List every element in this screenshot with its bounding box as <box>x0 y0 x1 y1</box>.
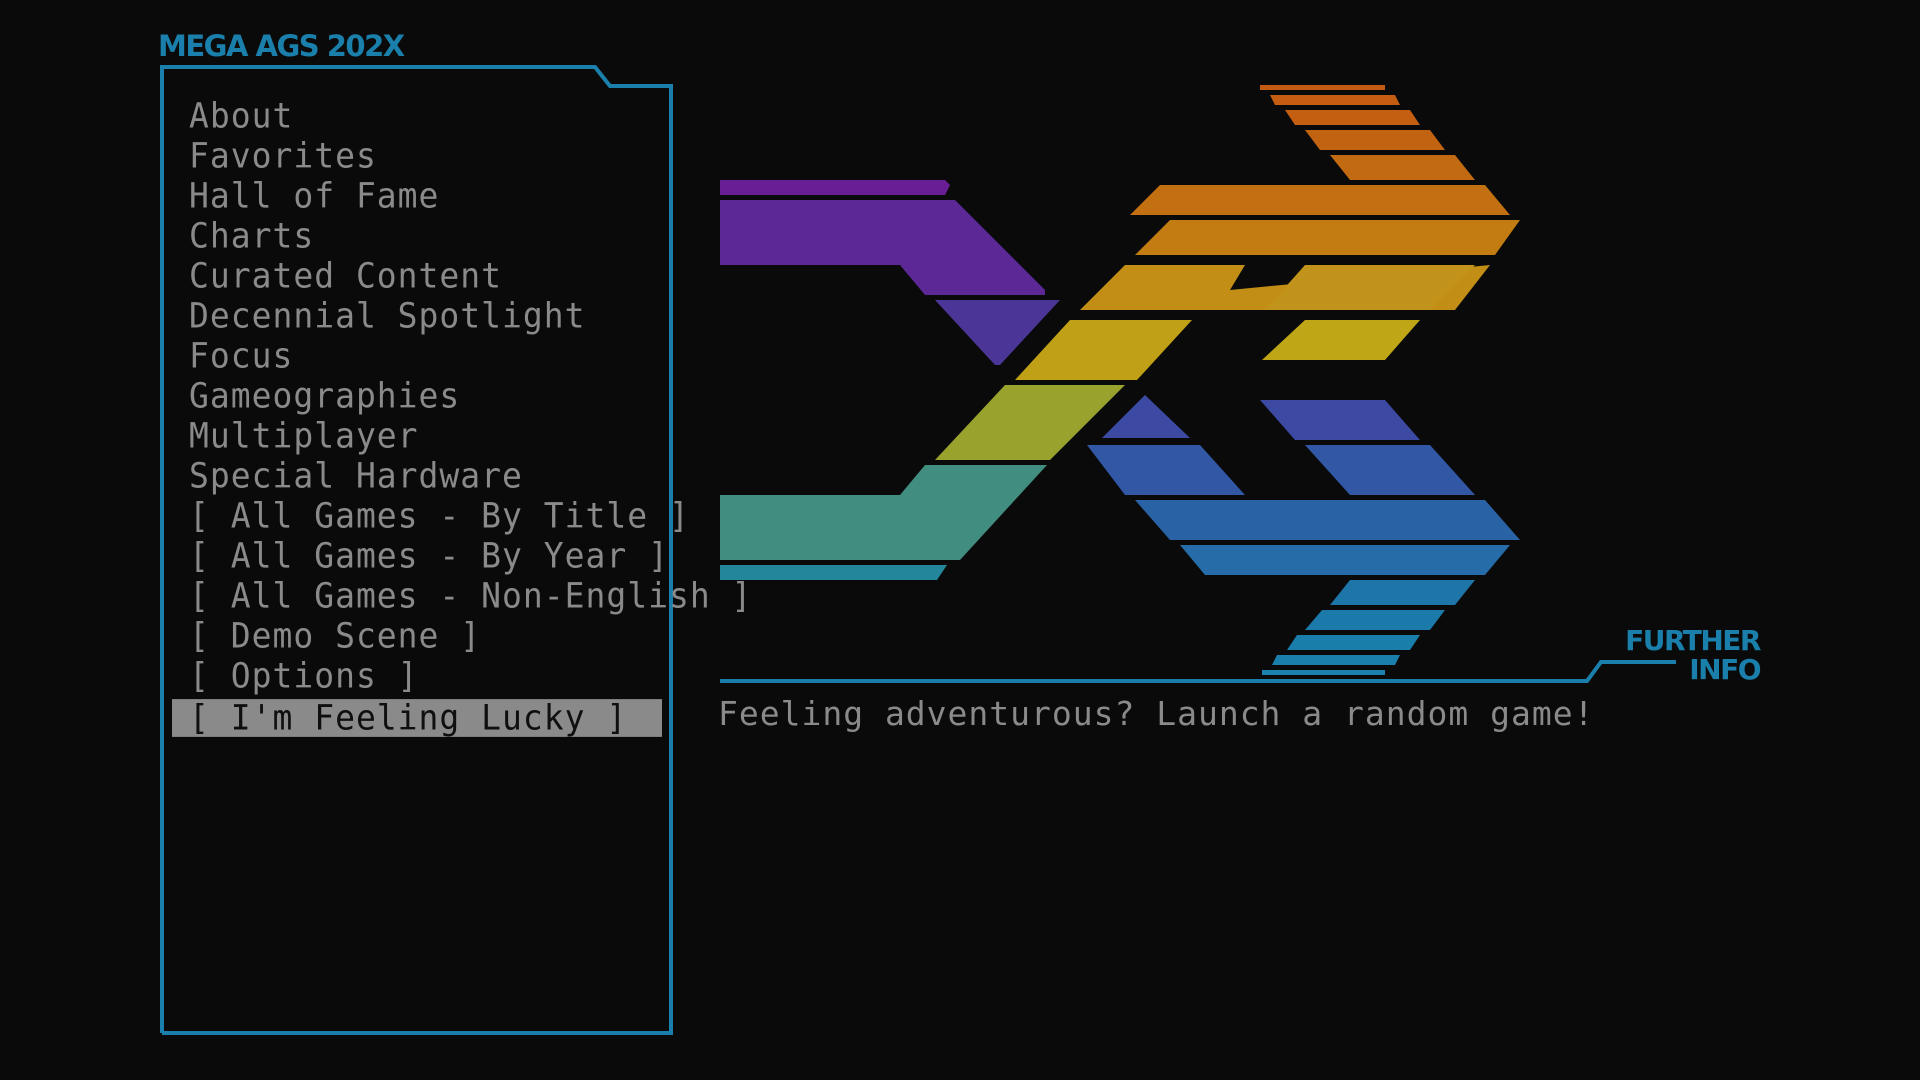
logo-stripe-orange-2 <box>1270 95 1400 105</box>
logo-stripe-orange-5 <box>1330 155 1475 180</box>
logo-stripe-yellow-right <box>1262 320 1420 360</box>
further-info-button[interactable]: FURTHER INFO <box>1600 624 1761 686</box>
logo-block-purple <box>720 200 1045 295</box>
logo-stripe-orange-3 <box>1285 110 1420 125</box>
logo-band-blue-2 <box>1180 545 1510 575</box>
logo-stripe-orange-4 <box>1305 130 1445 150</box>
item-description: Feeling adventurous? Launch a random gam… <box>718 694 1595 733</box>
logo-stripe-teal <box>720 565 947 580</box>
logo-stripe-blue-right <box>1305 445 1475 495</box>
logo-stripe-blue-top-right <box>1260 400 1420 440</box>
further-info-line1: FURTHER <box>1625 624 1761 657</box>
logo-band-blue <box>1135 500 1520 540</box>
logo-stripe-purple-thin <box>720 180 950 195</box>
logo-band-yellow-left <box>1015 320 1192 380</box>
logo-stripe-sky-1 <box>1330 580 1475 605</box>
logo-band-amber <box>1135 220 1520 255</box>
further-info-line2: INFO <box>1689 653 1761 686</box>
logo-stripe-sky-2 <box>1305 610 1445 630</box>
logo-stripe-blue-left <box>1087 445 1245 495</box>
logo-stripe-sky-5 <box>1262 670 1385 675</box>
logo-block-teal <box>720 465 1047 560</box>
logo-band-orange <box>1130 185 1510 215</box>
logo-stripe-orange-1 <box>1260 85 1385 90</box>
logo-stripe-sky-3 <box>1287 635 1420 650</box>
logo-stripe-sky-4 <box>1272 655 1400 665</box>
logo-triangle-blue <box>1102 395 1190 438</box>
mega-ags-logo-icon <box>720 85 1520 675</box>
